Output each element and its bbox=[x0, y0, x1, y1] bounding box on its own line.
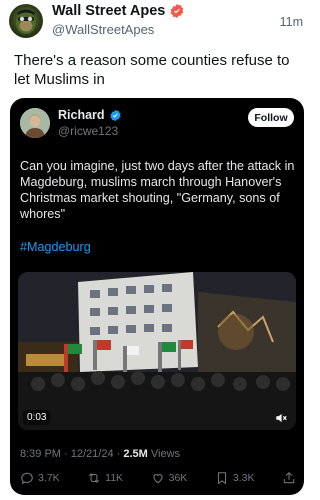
author-avatar[interactable] bbox=[9, 4, 43, 38]
verified-badge-icon bbox=[171, 4, 184, 18]
post-meta: 8:39 PM · 12/21/24 · 2.5M Views bbox=[20, 448, 180, 460]
author-name[interactable]: Wall Street Apes bbox=[52, 3, 165, 19]
post-timestamp[interactable]: 8:39 PM · 12/21/24 · bbox=[20, 448, 123, 460]
heart-icon bbox=[153, 474, 163, 484]
post-time[interactable]: 11m bbox=[280, 15, 303, 29]
quoted-tweet-text: Can you imagine, just two days after the… bbox=[20, 159, 295, 221]
verified-badge-icon bbox=[109, 109, 121, 121]
bookmark-button[interactable]: 3.3K bbox=[215, 471, 255, 485]
action-bar: 3.7K 11K 36K 3.3K bbox=[20, 470, 296, 486]
hashtag-link[interactable]: #Magdeburg bbox=[20, 240, 91, 254]
quoted-author-handle[interactable]: @ricwe123 bbox=[58, 124, 118, 138]
share-button[interactable] bbox=[282, 471, 296, 485]
like-count: 36K bbox=[168, 472, 188, 484]
follow-button[interactable]: Follow bbox=[248, 108, 294, 127]
ape-avatar-icon bbox=[16, 9, 36, 34]
like-button[interactable]: 36K bbox=[151, 471, 188, 485]
quoted-tweet[interactable]: Richard @ricwe123 Follow Can you imagine… bbox=[10, 98, 304, 495]
quoted-author-name[interactable]: Richard bbox=[58, 108, 105, 122]
repost-button[interactable]: 11K bbox=[87, 471, 123, 485]
video-player[interactable]: 0:03 bbox=[18, 272, 296, 430]
tweet-header: Wall Street Apes @WallStreetApes 11m bbox=[0, 0, 316, 48]
mute-icon[interactable] bbox=[274, 411, 288, 425]
views-label: Views bbox=[147, 448, 181, 460]
author-handle[interactable]: @WallStreetApes bbox=[52, 22, 154, 37]
reply-count: 3.7K bbox=[38, 472, 60, 484]
portrait-avatar-icon bbox=[20, 108, 50, 138]
views-count: 2.5M bbox=[123, 448, 148, 460]
quoted-author-avatar[interactable] bbox=[20, 108, 50, 138]
bookmark-icon bbox=[217, 472, 226, 485]
repost-count: 11K bbox=[105, 472, 124, 484]
bookmark-count: 3.3K bbox=[232, 472, 255, 484]
tweet-text: There's a reason some counties refuse to… bbox=[14, 52, 290, 88]
video-thumbnail bbox=[18, 272, 296, 430]
repost-icon bbox=[89, 473, 100, 483]
reply-button[interactable]: 3.7K bbox=[20, 471, 60, 485]
share-icon bbox=[283, 472, 295, 484]
video-duration: 0:03 bbox=[23, 410, 51, 425]
reply-icon bbox=[21, 472, 33, 485]
